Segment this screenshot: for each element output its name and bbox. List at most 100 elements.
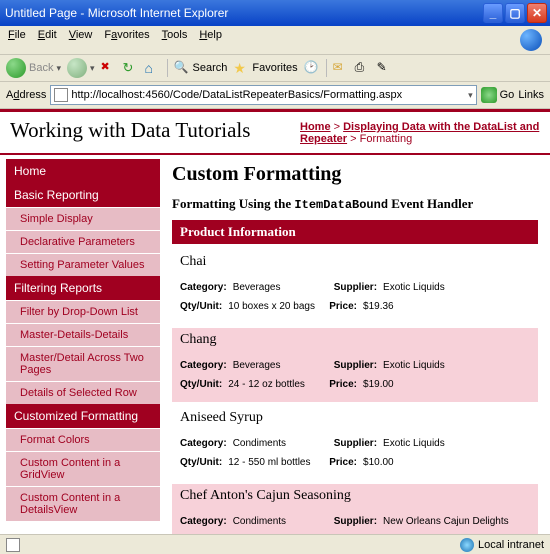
forward-button[interactable]: ▾ (67, 58, 95, 78)
done-icon (6, 538, 20, 552)
stop-icon[interactable] (101, 60, 117, 76)
separator (326, 59, 327, 77)
main-subheading: Formatting Using the ItemDataBound Event… (172, 196, 538, 212)
chevron-down-icon: ▾ (90, 63, 95, 74)
page-body: HomeBasic ReportingSimple DisplayDeclara… (0, 155, 550, 534)
nav-item[interactable]: Filter by Drop-Down List (6, 300, 160, 323)
print-icon[interactable] (355, 60, 371, 76)
price-label: Price: (329, 453, 357, 472)
chevron-down-icon[interactable]: ▾ (468, 90, 473, 101)
forward-icon (67, 58, 87, 78)
sidebar: HomeBasic ReportingSimple DisplayDeclara… (0, 155, 160, 534)
product-details: Category: Condiments Supplier: New Orlea… (180, 512, 530, 534)
main-content: Custom Formatting Formatting Using the I… (160, 155, 550, 534)
nav-item[interactable]: Custom Content in a DetailsView (6, 486, 160, 521)
links-label[interactable]: Links (518, 89, 544, 101)
window-titlebar: Untitled Page - Microsoft Internet Explo… (0, 0, 550, 26)
qty-label: Qty/Unit: (180, 453, 222, 472)
favorites-button[interactable]: Favorites (233, 60, 297, 76)
search-button[interactable]: Search (174, 60, 228, 76)
menu-help[interactable]: Help (199, 29, 222, 51)
refresh-icon[interactable] (123, 60, 139, 76)
nav-item[interactable]: Custom Content in a GridView (6, 451, 160, 486)
nav-header[interactable]: Home (6, 159, 160, 183)
history-icon[interactable] (304, 60, 320, 76)
mail-icon[interactable] (333, 60, 349, 76)
price-label: Price: (329, 375, 357, 394)
separator (167, 59, 168, 77)
menu-tools[interactable]: Tools (162, 29, 188, 51)
toolbar: Back▾ ▾ Search Favorites (0, 55, 550, 82)
nav-item[interactable]: Details of Selected Row (6, 381, 160, 404)
page-title: Working with Data Tutorials (10, 118, 300, 145)
nav-item[interactable]: Setting Parameter Values (6, 253, 160, 276)
address-input[interactable] (71, 89, 465, 101)
zone-label: Local intranet (478, 539, 544, 551)
category-label: Category: (180, 278, 227, 297)
close-button[interactable]: ✕ (527, 3, 547, 23)
nav-item[interactable]: Master-Details-Details (6, 323, 160, 346)
nav-header[interactable]: Filtering Reports (6, 276, 160, 300)
supplier-value: New Orleans Cajun Delights (383, 512, 509, 531)
nav-item[interactable]: Format Colors (6, 428, 160, 451)
status-bar: Local intranet (0, 534, 550, 554)
breadcrumb-home[interactable]: Home (300, 121, 331, 133)
category-value: Beverages (233, 278, 328, 297)
supplier-value: Exotic Liquids (383, 278, 445, 297)
address-bar: Address ▾ Go Links (0, 82, 550, 109)
menu-bar: File Edit View Favorites Tools Help (0, 26, 550, 55)
product-list: Chai Category: Beverages Supplier: Exotic… (172, 250, 538, 534)
address-input-wrap[interactable]: ▾ (50, 85, 476, 105)
product-item: ChangCategory: Beverages Supplier: Exoti… (172, 328, 538, 402)
go-button[interactable]: Go (481, 87, 515, 103)
page-icon (54, 88, 68, 102)
category-label: Category: (180, 356, 227, 375)
security-zone: Local intranet (460, 538, 544, 552)
address-label: Address (6, 89, 46, 101)
qty-value: 10 boxes x 20 bags (228, 297, 323, 316)
main-heading: Custom Formatting (172, 163, 538, 186)
product-details: Category: Beverages Supplier: Exotic Liq… (180, 356, 530, 394)
price-value: $10.00 (363, 453, 394, 472)
nav-item[interactable]: Declarative Parameters (6, 230, 160, 253)
qty-value: 24 - 12 oz bottles (228, 375, 323, 394)
back-icon (6, 58, 26, 78)
category-label: Category: (180, 512, 227, 531)
window-title: Untitled Page - Microsoft Internet Explo… (5, 6, 483, 20)
menu-view[interactable]: View (69, 29, 93, 51)
qty-value: 12 - 550 ml bottles (228, 453, 323, 472)
price-label: Price: (329, 297, 357, 316)
ie-logo-icon (520, 29, 542, 51)
go-icon (481, 87, 497, 103)
home-icon[interactable] (145, 60, 161, 76)
product-item: Chef Anton's Cajun Seasoning Category: Co… (172, 484, 538, 534)
product-name: Chef Anton's Cajun Seasoning (180, 488, 530, 504)
product-details: Category: Beverages Supplier: Exotic Liq… (180, 278, 530, 316)
supplier-label: Supplier: (334, 278, 377, 297)
section-header: Product Information (172, 220, 538, 244)
menu-favorites[interactable]: Favorites (104, 29, 149, 51)
menu-file[interactable]: File (8, 29, 26, 51)
breadcrumb-section[interactable]: Displaying Data with the DataList and Re… (300, 121, 539, 145)
window-controls: _ ▢ ✕ (483, 3, 547, 23)
edit-icon[interactable] (377, 60, 393, 76)
supplier-value: Exotic Liquids (383, 356, 445, 375)
qty-label: Qty/Unit: (180, 297, 222, 316)
maximize-button[interactable]: ▢ (505, 3, 525, 23)
price-value: $19.36 (363, 297, 394, 316)
product-name: Chai (180, 254, 530, 270)
minimize-button[interactable]: _ (483, 3, 503, 23)
back-button[interactable]: Back▾ (6, 58, 61, 78)
nav-item[interactable]: Master/Detail Across Two Pages (6, 346, 160, 381)
nav-header[interactable]: Customized Formatting (6, 404, 160, 428)
nav-header[interactable]: Basic Reporting (6, 183, 160, 207)
menu-edit[interactable]: Edit (38, 29, 57, 51)
category-label: Category: (180, 434, 227, 453)
page-content: Working with Data Tutorials Home > Displ… (0, 109, 550, 534)
product-item: Aniseed SyrupCategory: Condiments Suppli… (172, 406, 538, 480)
supplier-value: Exotic Liquids (383, 434, 445, 453)
category-value: Beverages (233, 356, 328, 375)
qty-value: 48 - 6 oz jars (228, 531, 323, 534)
nav-item[interactable]: Simple Display (6, 207, 160, 230)
price-value: $19.00 (363, 375, 394, 394)
